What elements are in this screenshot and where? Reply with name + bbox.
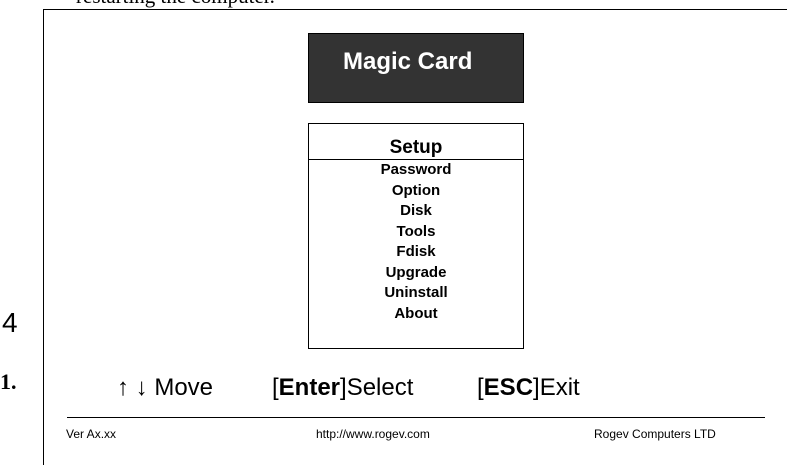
bracket-close: ]	[340, 374, 347, 401]
enter-key-name: Enter	[278, 374, 341, 401]
bracket-open: [	[477, 374, 484, 401]
menu-item-password[interactable]: Password	[309, 160, 523, 181]
stray-number-one: 1.	[0, 369, 17, 394]
screen-frame-left-border	[43, 9, 44, 465]
arrow-keys-icon: ↑ ↓	[117, 374, 148, 401]
bracket-close: ]	[533, 374, 540, 401]
screen-frame-top-border	[43, 9, 787, 10]
key-hint-move-label: Move	[147, 374, 214, 401]
stray-number-four: 4	[2, 307, 18, 338]
footer-version: Ver Ax.xx	[66, 427, 117, 441]
key-hint-escape: [ESC]Exit	[477, 376, 580, 400]
menu-item-uninstall[interactable]: Uninstall	[309, 283, 523, 304]
bracket-open: [	[272, 374, 279, 401]
menu-item-fdisk[interactable]: Fdisk	[309, 242, 523, 263]
menu-item-tools[interactable]: Tools	[309, 222, 523, 243]
key-hint-select-label: Select	[346, 374, 414, 401]
key-hint-move: ↑ ↓ Move	[117, 376, 213, 400]
footer-url: http://www.rogev.com	[316, 427, 430, 441]
setup-menu-list: Password Option Disk Tools Fdisk Upgrade…	[309, 160, 523, 324]
menu-item-disk[interactable]: Disk	[309, 201, 523, 222]
footer-divider	[67, 417, 765, 418]
document-cut-text: restarting the computer.	[76, 0, 275, 9]
key-hint-enter: [Enter]Select	[272, 376, 413, 400]
key-hint-exit-label: Exit	[539, 374, 580, 401]
setup-menu-title: Setup	[309, 124, 523, 160]
menu-item-about[interactable]: About	[309, 304, 523, 325]
brand-title: Magic Card	[343, 48, 473, 75]
esc-key-name: ESC	[483, 374, 534, 401]
setup-menu: Setup Password Option Disk Tools Fdisk U…	[308, 123, 524, 349]
brand-banner: Magic Card	[308, 33, 524, 103]
footer-company: Rogev Computers LTD	[594, 427, 716, 441]
menu-item-upgrade[interactable]: Upgrade	[309, 263, 523, 284]
menu-item-option[interactable]: Option	[309, 181, 523, 202]
